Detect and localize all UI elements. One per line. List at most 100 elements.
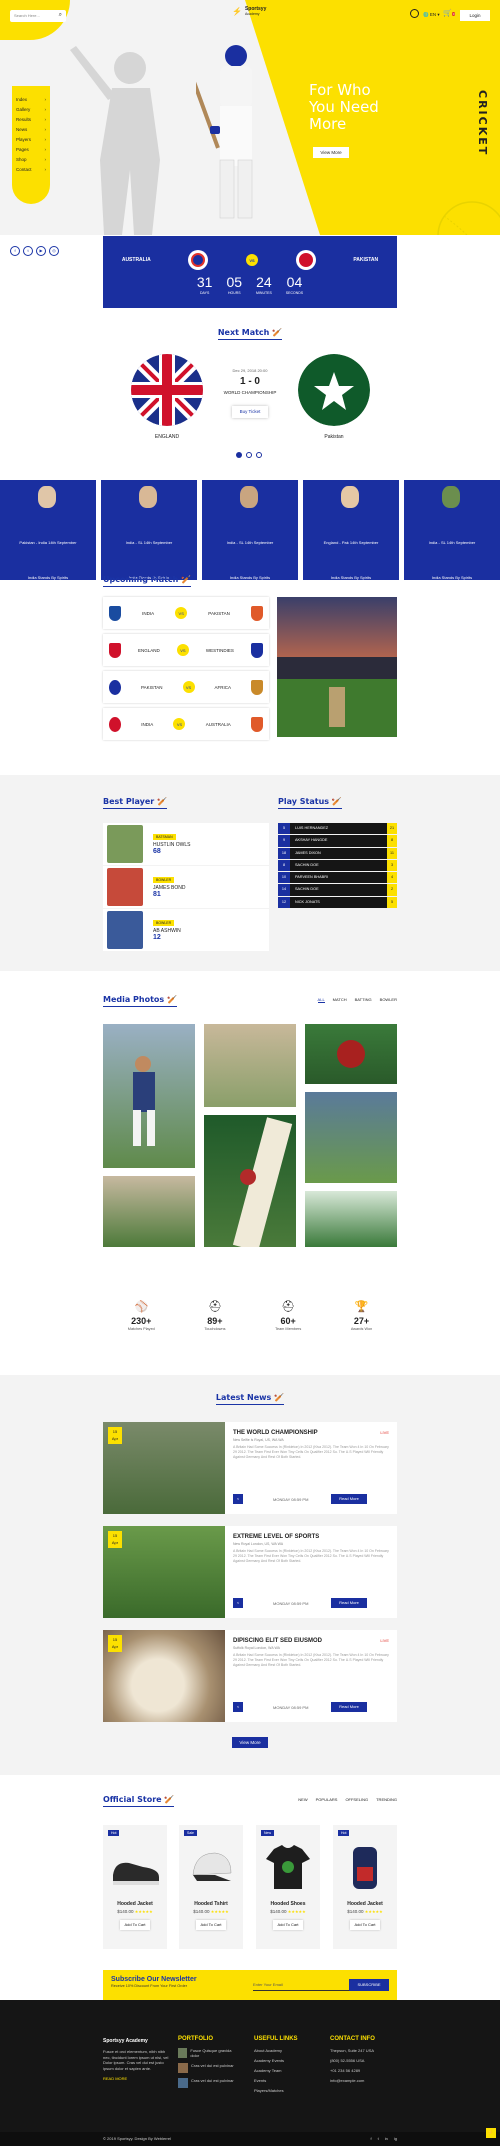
play-status-row[interactable]: 5 LUIS HERNANDEZ 21 — [278, 823, 397, 835]
strip-card[interactable]: India - SL 14th September India Stands By… — [404, 480, 500, 580]
play-status-row[interactable]: 14 SACHIN DOE 2 — [278, 884, 397, 896]
side-menu-item[interactable]: News › — [16, 124, 46, 134]
filter-new[interactable]: NEW — [298, 1797, 307, 1802]
read-more-button[interactable]: Read More — [331, 1598, 367, 1608]
upcoming-row[interactable]: INDIA VS PAKISTAN — [103, 597, 269, 629]
carousel-dots — [236, 452, 262, 458]
best-player-row[interactable]: BOWLER AB ASHWIN 12 — [103, 909, 269, 951]
strip-card[interactable]: India - SL 14th September India Stands By… — [101, 480, 197, 580]
footer-link[interactable]: Academy Team — [254, 2068, 314, 2073]
portfolio-item[interactable]: Cras vel dui est pulvinar — [178, 2063, 238, 2073]
add-to-cart-button[interactable]: Add To Cart — [273, 1920, 303, 1930]
team-shield-icon — [250, 605, 263, 621]
cart-icon[interactable]: 🛒0 — [443, 9, 456, 17]
buy-ticket-button[interactable]: Buy Ticket — [232, 406, 268, 418]
news-card[interactable]: 15 Apr LIVE DIPISCING ELIT SED EIUSMOD Su… — [103, 1630, 397, 1722]
login-button[interactable]: Login — [460, 10, 490, 21]
add-to-cart-button[interactable]: Add To Cart — [120, 1920, 150, 1930]
vs-badge: VS — [246, 254, 259, 266]
add-to-cart-button[interactable]: Add To Cart — [196, 1920, 226, 1930]
footer-link[interactable]: About Academy — [254, 2048, 314, 2053]
facebook-icon[interactable]: f — [10, 246, 20, 256]
team-shield-icon — [250, 679, 263, 695]
portfolio-item[interactable]: Fusce Quisque gravida dolor — [178, 2048, 238, 2058]
filter-trending[interactable]: TRENDING — [376, 1797, 397, 1802]
filter-offseling[interactable]: OFFSELING — [345, 1797, 368, 1802]
media-photo[interactable] — [103, 1176, 195, 1247]
media-photo[interactable] — [305, 1024, 397, 1084]
instagram-icon[interactable]: ig — [394, 2136, 397, 2142]
read-more-button[interactable]: Read More — [331, 1702, 367, 1712]
media-photo[interactable] — [204, 1024, 296, 1107]
play-status-row[interactable]: 8 SACHIN DOE 3 — [278, 859, 397, 872]
portfolio-item[interactable]: Cras vel dui est pulvinar — [178, 2078, 238, 2088]
filter-batting[interactable]: BATTING — [355, 997, 372, 1003]
footer-read-more[interactable]: READ MORE — [103, 2076, 169, 2081]
logo[interactable]: ⚡ Sportsyy Academy — [232, 6, 266, 16]
play-status-row[interactable]: 12 NICK JONATS 5 — [278, 896, 397, 909]
news-view-more-button[interactable]: View More — [232, 1737, 268, 1748]
twitter-icon[interactable]: t — [23, 246, 33, 256]
product-card[interactable]: Hot Hooded Jacket $140.00 ★★★★★ Add To C… — [103, 1825, 167, 1949]
search-icon[interactable]: ⌕ — [59, 12, 62, 19]
upcoming-row[interactable]: ENGLAND VS WESTINDIES — [103, 634, 269, 666]
footer-link[interactable]: Academy Events — [254, 2058, 314, 2063]
media-photo[interactable] — [103, 1024, 195, 1168]
play-status-row[interactable]: 9 AKSHAY HANGDE 8 — [278, 835, 397, 847]
footer-link[interactable]: Players/Matches — [254, 2088, 314, 2093]
strip-card[interactable]: England - Pak 14th September India Stands… — [303, 480, 399, 580]
twitter-icon[interactable]: t — [378, 2136, 379, 2142]
carousel-dot-2[interactable] — [246, 452, 252, 458]
side-menu-item[interactable]: Shop › — [16, 154, 46, 164]
play-status-row[interactable]: 18 JAMES DIXON 11 — [278, 847, 397, 859]
upcoming-row[interactable]: PAKISTAN VS AFRICA — [103, 671, 269, 703]
carousel-dot-1[interactable] — [236, 452, 242, 458]
next-match-title: Next Match 🏏 — [217, 328, 283, 340]
share-icon[interactable]: < — [233, 1494, 243, 1504]
product-card[interactable]: Sale Hooded Tshirt $140.00 ★★★★★ Add To … — [179, 1825, 243, 1949]
carousel-dot-3[interactable] — [256, 452, 262, 458]
facebook-icon[interactable]: f — [371, 2136, 372, 2142]
media-photo[interactable] — [305, 1191, 397, 1247]
best-player-row[interactable]: BOWLER JAMES BOND 81 — [103, 866, 269, 908]
strip-card[interactable]: India - SL 14th September India Stands By… — [202, 480, 298, 580]
subscribe-button[interactable]: SUBSCRIBE — [349, 1979, 389, 1991]
instagram-icon[interactable]: ◎ — [49, 246, 59, 256]
read-more-button[interactable]: Read More — [331, 1494, 367, 1504]
side-menu-item[interactable]: Results › — [16, 114, 46, 124]
media-photo[interactable] — [204, 1115, 296, 1247]
share-icon[interactable]: < — [233, 1598, 243, 1608]
linkedin-icon[interactable]: in — [385, 2136, 388, 2142]
hero-view-more-button[interactable]: View More — [313, 147, 349, 158]
side-menu-item[interactable]: Gallery › — [16, 104, 46, 114]
filter-bowler[interactable]: BOWLER — [380, 997, 397, 1003]
filter-all[interactable]: ALL — [317, 997, 325, 1003]
newsletter-email-input[interactable]: Enter Your Email — [253, 1979, 349, 1991]
product-card[interactable]: Hot Hooded Jacket $140.00 ★★★★★ Add To C… — [333, 1825, 397, 1949]
hero-player-image — [196, 45, 253, 219]
add-to-cart-button[interactable]: Add To Cart — [350, 1920, 380, 1930]
product-card[interactable]: New Hooded Shoes $140.00 ★★★★★ Add To Ca… — [256, 1825, 320, 1949]
youtube-icon[interactable]: ▶ — [36, 246, 46, 256]
filter-populars[interactable]: POPULARS — [316, 1797, 338, 1802]
language-select[interactable]: 🌐 EN ▾ — [423, 12, 440, 18]
side-menu-item[interactable]: Index › — [16, 94, 46, 104]
footer-link[interactable]: Events — [254, 2078, 314, 2083]
media-photo[interactable] — [305, 1092, 397, 1183]
search-input[interactable]: Search Here... ⌕ — [10, 10, 66, 22]
strip-card[interactable]: Pakistan - India 14th September India Sta… — [0, 480, 96, 580]
stat-touchdowns: ⛑ 89+ Touchdowns — [204, 1301, 226, 1331]
news-card[interactable]: 15 Apr LIVE THE WORLD CHAMPIONSHIP New Se… — [103, 1422, 397, 1514]
play-status-row[interactable]: 10 PARVEEN BHABRI 4 — [278, 872, 397, 884]
side-menu-item[interactable]: Players › — [16, 134, 46, 144]
team-shield-icon — [250, 642, 263, 658]
user-icon[interactable] — [410, 9, 419, 18]
best-player-row[interactable]: BATSMAN HUSTLIN OWLS 68 — [103, 823, 269, 865]
filter-match[interactable]: MATCH — [333, 997, 347, 1003]
side-menu-item[interactable]: Contact › — [16, 164, 46, 174]
scroll-top-button[interactable]: ⚡ — [486, 2128, 496, 2138]
upcoming-row[interactable]: INDIA VS AUSTRALIA — [103, 708, 269, 740]
side-menu-item[interactable]: Pages › — [16, 144, 46, 154]
news-card[interactable]: 15 Apr EXTREME LEVEL OF SPORTS New Royal … — [103, 1526, 397, 1618]
share-icon[interactable]: < — [233, 1702, 243, 1712]
